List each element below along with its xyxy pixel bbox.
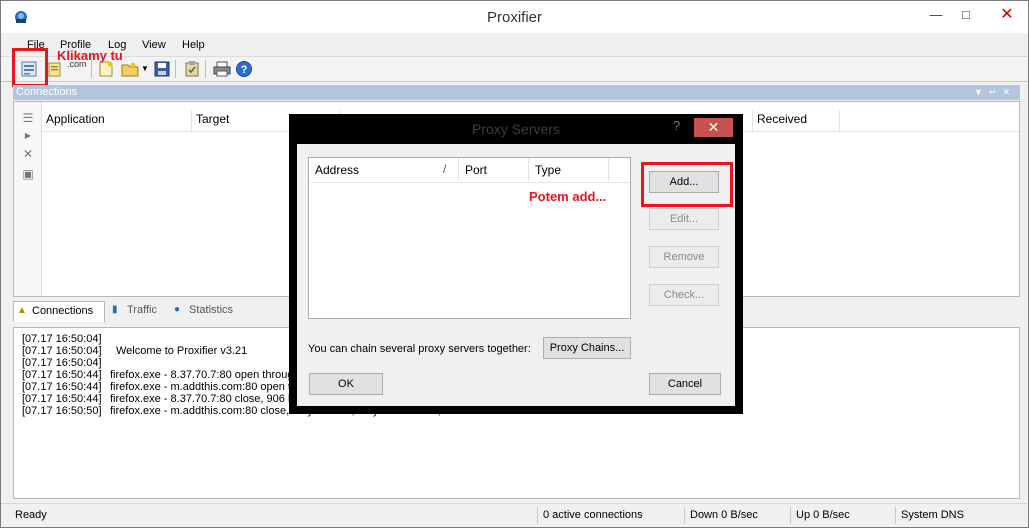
check-button[interactable]: Check... bbox=[649, 284, 719, 306]
tab-statistics[interactable]: ● Statistics bbox=[171, 301, 251, 322]
status-separator bbox=[684, 507, 685, 524]
traffic-tab-icon: ▮ bbox=[112, 304, 118, 315]
panel-controls-icon[interactable]: ▼↵✕ bbox=[974, 85, 1016, 100]
statistics-tab-icon: ● bbox=[174, 304, 181, 315]
maximize-icon[interactable]: □ bbox=[953, 5, 979, 27]
expand-arrow-icon[interactable]: ▶ bbox=[21, 130, 35, 142]
proxy-chains-button[interactable]: Proxy Chains... bbox=[543, 337, 631, 359]
connections-panel-title: Connections bbox=[16, 86, 78, 98]
status-download-rate: Down 0 B/sec bbox=[690, 509, 758, 521]
menu-view[interactable]: View bbox=[142, 39, 166, 51]
connections-side-toolbar: ☰ ▶ ✕ ▣ bbox=[14, 102, 42, 296]
connection-details-icon[interactable]: ▣ bbox=[21, 168, 35, 180]
annotation-potem: Potem add... bbox=[529, 189, 607, 204]
status-separator bbox=[790, 507, 791, 524]
tab-traffic[interactable]: ▮ Traffic bbox=[109, 301, 169, 322]
remove-button[interactable]: Remove bbox=[649, 246, 719, 268]
menu-bar: File Profile Log View Help bbox=[1, 37, 1028, 55]
minimize-icon[interactable]: — bbox=[923, 5, 949, 27]
ok-button[interactable]: OK bbox=[309, 373, 383, 395]
status-separator bbox=[537, 507, 538, 524]
menu-help[interactable]: Help bbox=[182, 39, 205, 51]
svg-text:?: ? bbox=[241, 64, 248, 76]
tab-statistics-label: Statistics bbox=[189, 304, 234, 316]
window-title: Proxifier bbox=[486, 9, 542, 26]
print-icon[interactable] bbox=[213, 60, 231, 78]
status-upload-rate: Up 0 B/sec bbox=[796, 509, 850, 521]
sort-indicator-icon: / bbox=[443, 162, 447, 176]
save-profile-icon[interactable] bbox=[153, 60, 171, 78]
cancel-button[interactable]: Cancel bbox=[649, 373, 721, 395]
column-application[interactable]: Application bbox=[42, 110, 192, 132]
list-view-icon[interactable]: ☰ bbox=[21, 112, 35, 124]
open-profile-icon[interactable] bbox=[121, 60, 139, 78]
dialog-close-icon[interactable]: ✕ bbox=[694, 118, 733, 137]
status-ready: Ready bbox=[15, 509, 47, 521]
close-connection-icon[interactable]: ✕ bbox=[21, 148, 35, 160]
chevron-down-icon[interactable]: ▼ bbox=[141, 64, 149, 73]
toolbar: .com ▼ ? bbox=[1, 56, 1028, 82]
edit-button[interactable]: Edit... bbox=[649, 208, 719, 230]
annotation-klikamy: Klikamy tu bbox=[57, 48, 123, 63]
proxy-server-list[interactable]: Address / Port Type Potem add... bbox=[308, 157, 631, 319]
status-dns: System DNS bbox=[901, 509, 964, 521]
tab-connections-label: Connections bbox=[32, 305, 94, 317]
column-port[interactable]: Port bbox=[459, 158, 529, 181]
column-address[interactable]: Address bbox=[309, 158, 459, 181]
toolbar-separator bbox=[205, 60, 206, 78]
dialog-body: Address / Port Type Potem add... Add... … bbox=[297, 144, 735, 406]
toolbar-separator bbox=[175, 60, 176, 78]
tab-connections[interactable]: ▲ Connections bbox=[13, 301, 105, 322]
clipboard-icon[interactable] bbox=[183, 60, 201, 78]
status-separator bbox=[895, 507, 896, 524]
add-button[interactable]: Add... bbox=[649, 171, 719, 193]
connections-panel-header: Connections ▼↵✕ bbox=[13, 85, 1020, 100]
chain-description: You can chain several proxy servers toge… bbox=[308, 343, 531, 355]
proxy-servers-dialog: Proxy Servers ? ✕ Address / Port Type Po… bbox=[289, 114, 743, 414]
tab-traffic-label: Traffic bbox=[127, 304, 157, 316]
title-bar: Proxifier — □ ✕ bbox=[1, 1, 1028, 33]
dialog-help-icon[interactable]: ? bbox=[673, 118, 680, 133]
status-bar: Ready 0 active connections Down 0 B/sec … bbox=[1, 503, 1028, 527]
help-icon[interactable]: ? bbox=[235, 60, 253, 78]
connections-tab-icon: ▲ bbox=[17, 305, 27, 316]
column-received[interactable]: Received bbox=[752, 110, 840, 132]
list-header-divider bbox=[309, 182, 630, 183]
status-active-connections: 0 active connections bbox=[543, 509, 643, 521]
column-type[interactable]: Type bbox=[529, 158, 609, 181]
main-window: Proxifier — □ ✕ File Profile Log View He… bbox=[0, 0, 1029, 528]
highlight-box-proxy-button bbox=[12, 48, 48, 87]
close-icon[interactable]: ✕ bbox=[985, 5, 1029, 27]
